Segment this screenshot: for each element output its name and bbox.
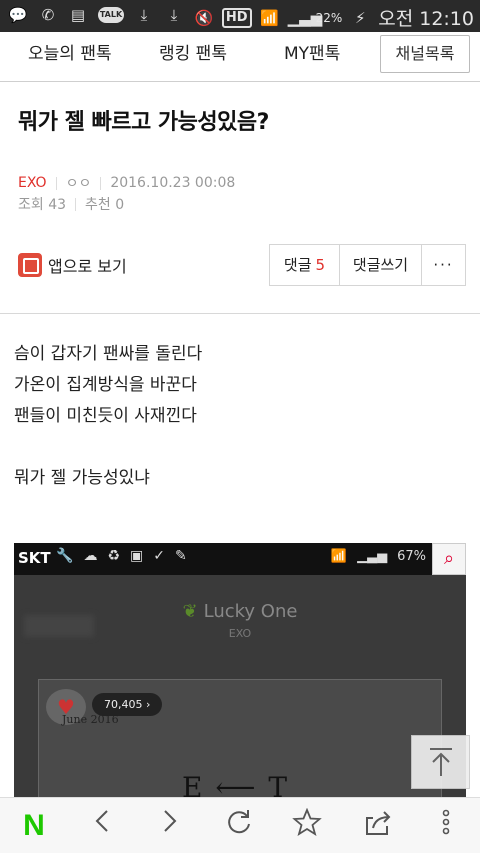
- comment-actions: 댓글 5 댓글쓰기 ···: [269, 244, 466, 286]
- comments-button[interactable]: 댓글 5: [270, 245, 340, 285]
- wifi-icon: 📶: [260, 8, 279, 27]
- tab-ranking-fantalk[interactable]: 랭킹 팬톡: [159, 32, 227, 82]
- search-icon: ⌕: [432, 543, 466, 575]
- divider: [0, 313, 480, 314]
- tab-today-fantalk[interactable]: 오늘의 팬톡: [28, 32, 112, 82]
- write-comment-button[interactable]: 댓글쓰기: [340, 245, 422, 285]
- mute-icon: 🔇: [194, 8, 214, 27]
- embedded-screenshot[interactable]: SKT 🔧 ☁ ♻ ▣ ✓ ✎ 📶 ▁▃▅ 67% ⌕ ❦ Lucky One E…: [14, 543, 466, 803]
- body-line: [14, 432, 202, 463]
- post-datetime: 2016.10.23 00:08: [110, 175, 236, 191]
- post-stats: 조회 43 추천 0: [18, 194, 124, 214]
- share-button[interactable]: [360, 808, 396, 844]
- sim-card-icon: ▤: [70, 6, 86, 24]
- back-button[interactable]: [84, 808, 120, 844]
- forward-button[interactable]: [152, 808, 188, 844]
- kakaotalk-icon: TALK: [98, 7, 124, 23]
- download-icon-2: ⤓: [170, 6, 178, 24]
- song-artist: EXO: [228, 627, 252, 640]
- menu-button[interactable]: [428, 808, 464, 844]
- status-bar: 💬 ✆ ▤ TALK ⤓ ⤓ 🔇 HD 📶 ▁▃▅ 22% ⚡ 오전 12:10: [0, 0, 480, 32]
- scroll-to-top-button[interactable]: [411, 735, 470, 789]
- signal-icon: ▁▃▅: [357, 549, 388, 564]
- star-icon: [292, 807, 322, 836]
- author: ㅇㅇ: [65, 176, 92, 192]
- post-title: 뭐가 젤 빠르고 가능성있음?: [18, 110, 269, 135]
- chevron-left-icon: [95, 810, 108, 832]
- clock: 오전 12:10: [378, 8, 474, 30]
- battery-charging-icon: ⚡: [354, 8, 366, 27]
- signal-icon: ▁▃▅: [287, 8, 323, 27]
- battery-percent: 22%: [315, 10, 343, 25]
- embedded-status-bar: SKT 🔧 ☁ ♻ ▣ ✓ ✎ 📶 ▁▃▅ 67% ⌕: [14, 543, 466, 575]
- song-name: Lucky One: [203, 601, 298, 622]
- share-icon: [366, 811, 391, 835]
- post-body: 슴이 갑자기 팬싸를 돌린다 가온이 집계방식을 바꾼다 팬들이 미친듯이 사재…: [14, 339, 202, 494]
- channel-list-button[interactable]: 채널목록: [380, 35, 470, 73]
- fantalk-nav: 오늘의 팬톡 랭킹 팬톡 MY팬톡 채널목록: [0, 32, 480, 82]
- more-vertical-icon: [442, 809, 450, 835]
- post-meta: EXO ㅇㅇ 2016.10.23 00:08: [18, 173, 235, 193]
- tab-my-fantalk[interactable]: MY팬톡: [284, 32, 340, 82]
- wrench-icon: 🔧: [56, 548, 74, 564]
- image-icon: ▣: [130, 548, 144, 564]
- embedded-status-right: 📶 ▁▃▅ 67%: [331, 549, 426, 564]
- channel-link[interactable]: EXO: [18, 175, 47, 191]
- comments-count: 5: [315, 256, 326, 274]
- comments-label: 댓글: [283, 256, 312, 274]
- body-line: 가온이 집계방식을 바꾼다: [14, 375, 197, 395]
- app-icon: [18, 253, 42, 277]
- more-options-button[interactable]: ···: [422, 245, 465, 285]
- note-icon: ✎: [174, 548, 187, 564]
- clipboard-icon: ✓: [153, 548, 165, 564]
- body-line: 뭐가 젤 가능성있냐: [14, 468, 150, 488]
- body-line: 팬들이 미친듯이 사재낀다: [14, 406, 197, 426]
- view-count: 조회 43: [18, 197, 67, 213]
- hd-icon: HD: [221, 7, 252, 28]
- leaf-icon: ❦: [182, 601, 198, 622]
- chevron-right-icon: [164, 810, 177, 832]
- song-title: ❦ Lucky One: [14, 601, 466, 622]
- album-date: June 2016: [62, 713, 119, 726]
- refresh-button[interactable]: [221, 808, 257, 844]
- embedded-status-icons: 🔧 ☁ ♻ ▣ ✓ ✎: [56, 548, 187, 564]
- recycle-icon: ♻: [107, 548, 120, 564]
- bookmark-button[interactable]: [289, 807, 325, 844]
- open-in-app-link[interactable]: 앱으로 보기: [18, 253, 127, 277]
- naver-home-button[interactable]: N: [16, 808, 52, 844]
- divider: [100, 176, 102, 190]
- refresh-icon: [228, 810, 250, 834]
- chat-bubble-icon: 💬: [8, 6, 28, 24]
- recommend-count: 추천 0: [85, 197, 125, 213]
- missed-call-icon: ✆: [41, 6, 55, 24]
- download-icon: ⤓: [140, 6, 148, 24]
- arrow-up-icon: [429, 748, 452, 776]
- likes-count: 70,405: [104, 698, 143, 711]
- divider: [75, 197, 77, 211]
- browser-toolbar: N: [0, 797, 480, 853]
- open-in-app-label: 앱으로 보기: [48, 257, 127, 276]
- body-line: 슴이 갑자기 팬싸를 돌린다: [14, 344, 203, 364]
- carrier-label: SKT: [18, 549, 51, 567]
- cloud-icon: ☁: [83, 548, 98, 564]
- divider: [55, 176, 57, 190]
- embedded-battery: 67%: [397, 549, 426, 564]
- wifi-icon: 📶: [330, 549, 348, 564]
